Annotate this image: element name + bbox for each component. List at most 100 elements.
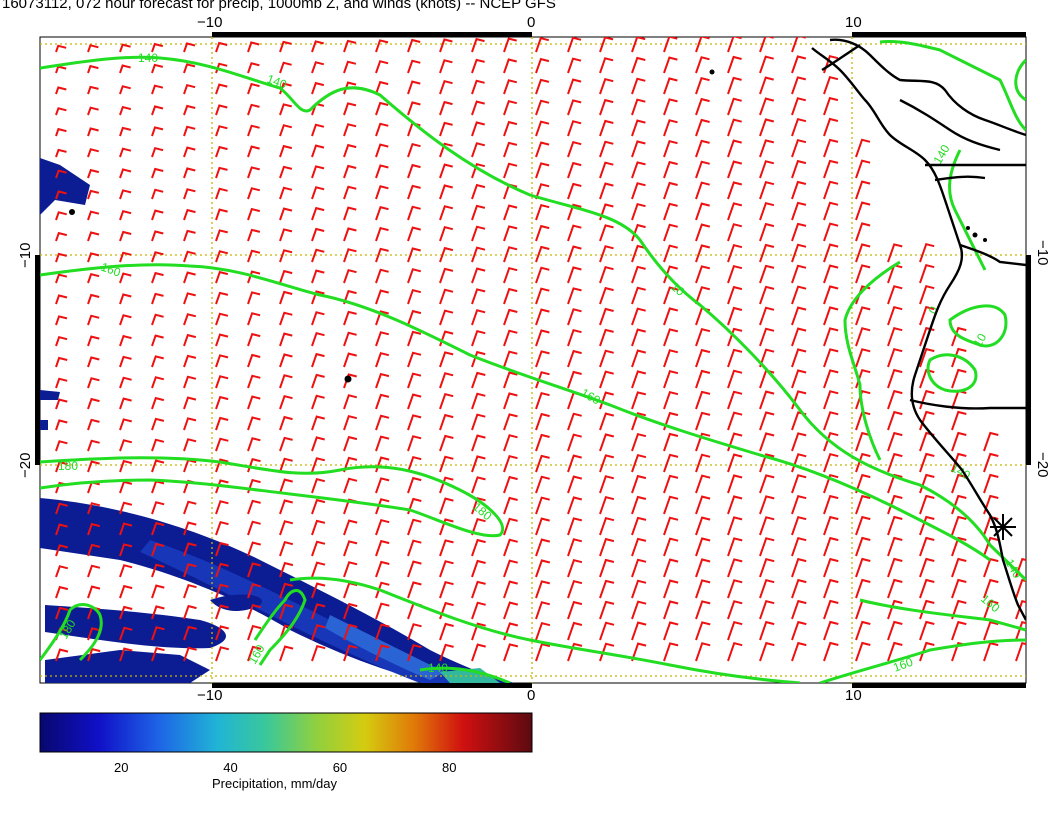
wind-barb — [695, 223, 711, 242]
wind-barb — [695, 411, 711, 431]
wind-barb — [919, 494, 935, 515]
border-4 — [934, 175, 986, 182]
wind-barb — [919, 620, 935, 641]
wind-barb — [407, 268, 422, 284]
lon-label-top: −10 — [197, 14, 222, 31]
wind-barb — [311, 373, 325, 389]
wind-barb — [791, 495, 807, 515]
wind-barb — [151, 167, 164, 179]
wind-barb — [407, 414, 422, 431]
wind-barb — [119, 230, 132, 242]
wind-barb — [631, 579, 647, 599]
wind-barb — [375, 352, 390, 368]
wind-barb — [119, 189, 132, 200]
wind-barb — [55, 127, 67, 137]
wind-barb — [311, 645, 326, 662]
wind-barb — [791, 76, 807, 95]
wind-barb — [535, 475, 550, 494]
wind-barb — [247, 82, 260, 95]
wind-barb — [535, 224, 550, 242]
wind-barb — [759, 327, 775, 347]
wind-barb — [503, 455, 518, 473]
wind-barb — [631, 474, 647, 494]
contour-label: 180 — [470, 500, 495, 524]
wind-barb — [279, 499, 293, 515]
wind-barb — [119, 355, 132, 368]
wind-barb — [343, 185, 357, 200]
wind-barb — [727, 55, 742, 74]
contour-label: 160 — [245, 642, 267, 667]
wind-barb — [663, 495, 679, 515]
wind-barb — [119, 397, 132, 410]
wind-barb — [599, 621, 615, 641]
wind-barb — [567, 349, 582, 368]
wind-barb — [471, 559, 486, 578]
wind-barb — [503, 350, 518, 368]
wind-barb — [183, 584, 197, 599]
wind-barb — [311, 436, 325, 452]
wind-barb — [855, 641, 871, 662]
wind-barb — [823, 536, 839, 557]
wind-barb — [631, 307, 646, 326]
wind-barb — [631, 56, 646, 74]
wind-barb — [343, 415, 358, 431]
wind-barb — [311, 415, 325, 431]
wind-barb — [503, 267, 518, 284]
wind-barb — [919, 452, 935, 473]
wind-barb — [919, 557, 935, 578]
wind-barb — [663, 56, 678, 74]
wind-barb — [215, 437, 229, 452]
wind-barb — [663, 119, 678, 137]
wind-barb — [215, 395, 229, 410]
wind-barb — [471, 37, 485, 53]
wind-barb — [503, 434, 518, 452]
wind-barb — [727, 223, 743, 242]
wind-barb — [183, 167, 196, 179]
wind-barb — [855, 264, 871, 284]
wind-barb — [87, 106, 99, 116]
wind-barb — [855, 201, 871, 221]
wind-barb — [663, 181, 678, 200]
wind-barb — [279, 165, 293, 179]
wind-barb — [55, 86, 67, 95]
wind-barb — [151, 105, 164, 116]
wind-barb — [407, 435, 422, 452]
wind-barb — [535, 350, 550, 368]
wind-barb — [599, 558, 615, 578]
wind-barb — [503, 58, 517, 74]
wind-barb — [535, 78, 550, 95]
wind-barb — [727, 453, 743, 473]
wind-barb — [311, 561, 326, 578]
wind-barb — [727, 495, 743, 515]
wind-barb — [599, 537, 615, 557]
wind-barb — [151, 584, 165, 599]
wind-barb — [727, 202, 743, 221]
wind-barb — [87, 210, 100, 221]
wind-barb — [151, 313, 164, 326]
contour-top-right — [1014, 58, 1026, 102]
wind-barb — [87, 335, 100, 347]
wind-barb — [407, 101, 421, 116]
wind-barb — [311, 457, 326, 473]
wind-barb — [407, 560, 422, 578]
wind-barb — [599, 98, 614, 116]
wind-barb — [87, 252, 100, 263]
wind-barb — [215, 375, 229, 389]
wind-barb — [343, 582, 358, 599]
wind-barb — [695, 37, 710, 53]
contour-label: 160 — [579, 385, 604, 407]
wind-barb — [503, 329, 518, 347]
wind-barb — [759, 474, 775, 494]
wind-barb — [631, 495, 647, 515]
wind-barb — [791, 557, 807, 578]
wind-barb — [727, 160, 743, 179]
wind-barb — [535, 329, 550, 347]
wind-barb — [823, 578, 839, 599]
wind-barb — [471, 413, 486, 431]
wind-barb — [887, 389, 903, 410]
lon-label-bottom: 0 — [527, 687, 535, 704]
wind-barb — [55, 148, 67, 158]
wind-barb — [439, 581, 454, 599]
wind-barb — [247, 541, 261, 557]
wind-barb — [887, 368, 903, 389]
